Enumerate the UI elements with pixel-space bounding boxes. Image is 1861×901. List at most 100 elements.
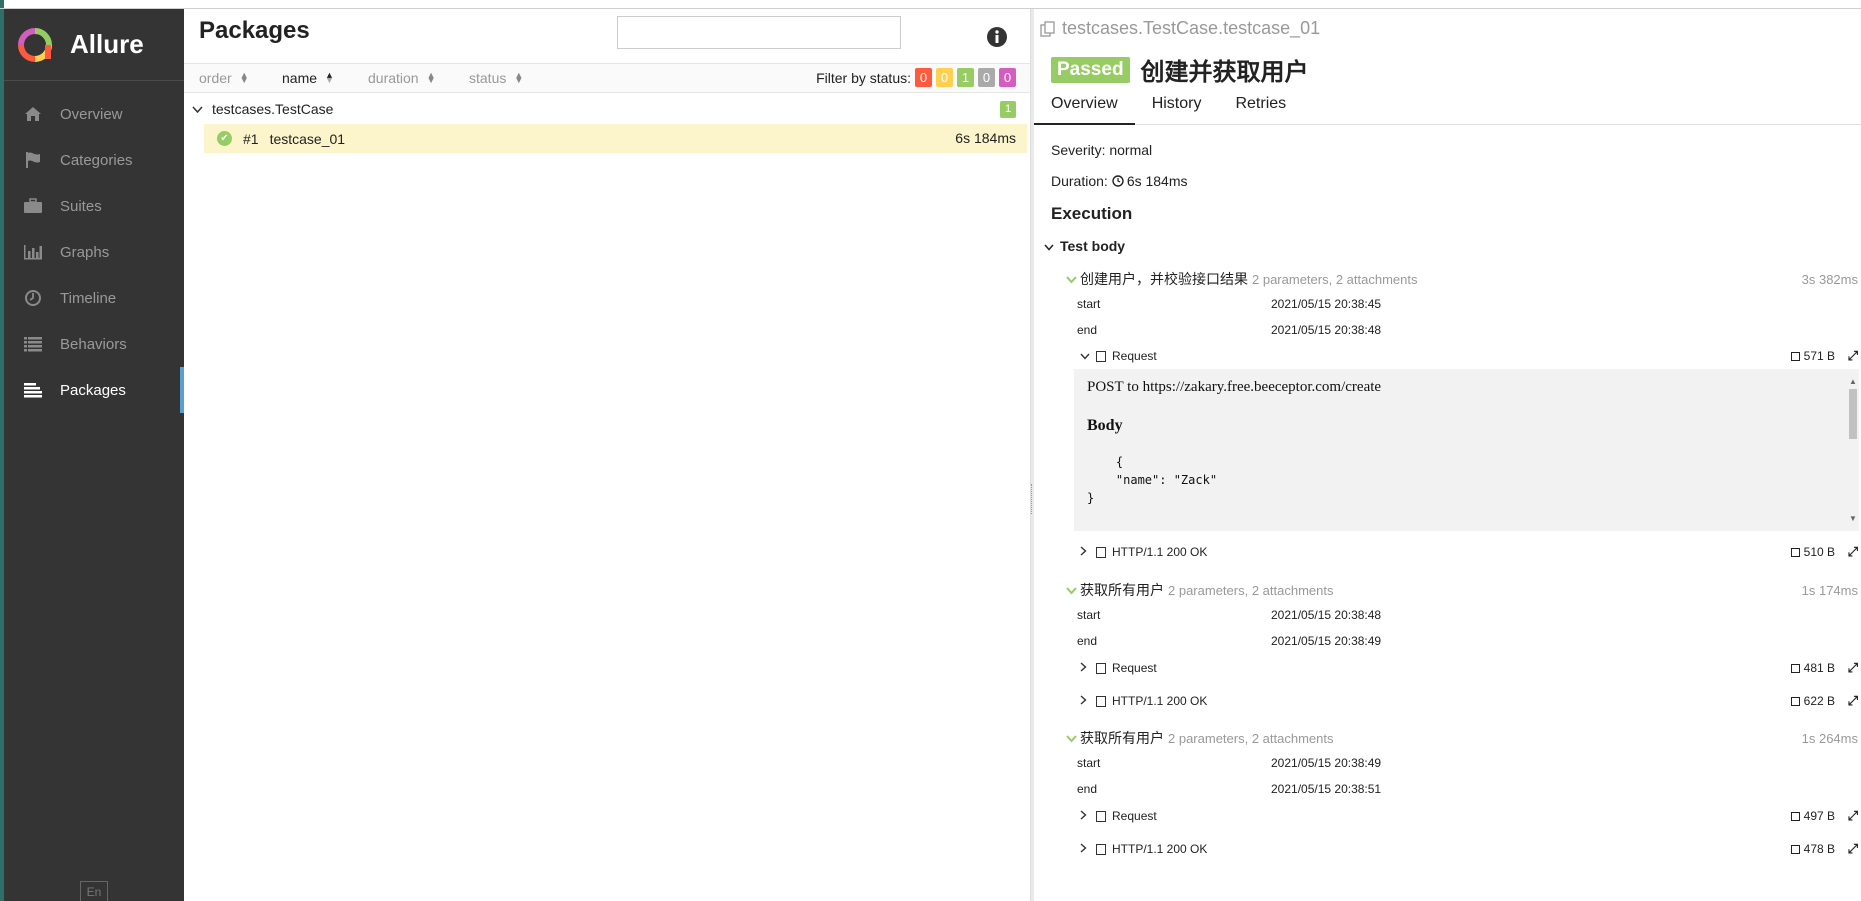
chevron-right-icon <box>1080 661 1092 675</box>
sidebar-item-categories[interactable]: Categories <box>4 137 184 183</box>
duration-label: Duration: <box>1051 173 1108 189</box>
param-key: end <box>1077 323 1098 337</box>
execution-heading: Execution <box>1051 204 1133 223</box>
scroll-up-icon[interactable]: ▲ <box>1849 377 1857 386</box>
param-key: start <box>1077 756 1101 770</box>
step-info: 2 parameters, 2 attachments <box>1252 271 1418 287</box>
attachment-size: 510 B <box>1790 545 1835 559</box>
status-badge: Passed <box>1051 56 1130 83</box>
resize-grip-icon[interactable] <box>1031 484 1033 514</box>
test-body-toggle[interactable]: Test body <box>1044 238 1125 254</box>
language-button[interactable]: En <box>80 881 108 901</box>
search-input[interactable] <box>617 16 901 49</box>
param-row-end: end 2021/05/15 20:38:51 <box>1066 776 1861 802</box>
scroll-down-icon[interactable]: ▼ <box>1849 514 1857 523</box>
test-title: 创建并获取用户 <box>1140 59 1309 86</box>
info-icon[interactable] <box>986 26 1008 48</box>
request-preview: POST to https://zakary.free.beeceptor.co… <box>1074 369 1859 531</box>
scroll-thumb[interactable] <box>1849 389 1857 439</box>
sort-name-button[interactable]: name ▲ ▼ <box>282 70 334 86</box>
test-case-row[interactable]: ✔ #1 testcase_01 6s 184ms <box>204 124 1027 153</box>
brand[interactable]: Allure <box>4 9 184 81</box>
step-duration: 3s 382ms <box>1801 271 1858 287</box>
expand-icon[interactable]: ⤢ <box>1848 693 1858 709</box>
attachment-size-text: 497 B <box>1803 809 1835 823</box>
attachment-row[interactable]: HTTP/1.1 200 OK 622 B ⤢ <box>1066 688 1861 714</box>
param-key: end <box>1077 634 1098 648</box>
attachment-row[interactable]: HTTP/1.1 200 OK 478 B ⤢ <box>1066 836 1861 862</box>
group-count-badge: 1 <box>1000 101 1016 118</box>
sort-label: order <box>199 70 232 86</box>
test-body-label: Test body <box>1060 238 1126 254</box>
attachment-row[interactable]: Request 497 B ⤢ <box>1066 803 1861 829</box>
param-row-start: start 2021/05/15 20:38:49 <box>1066 750 1861 776</box>
param-value: 2021/05/15 20:38:51 <box>1271 782 1382 796</box>
list-icon <box>22 334 44 354</box>
tab-history[interactable]: History <box>1135 93 1219 125</box>
chevron-right-icon <box>1080 545 1092 559</box>
expand-icon[interactable]: ⤢ <box>1848 808 1858 824</box>
tab-overview[interactable]: Overview <box>1034 93 1135 125</box>
stopwatch-icon <box>1112 175 1124 187</box>
filter-unknown-badge[interactable]: 0 <box>999 68 1016 87</box>
copy-icon[interactable] <box>1040 20 1056 37</box>
expand-icon[interactable]: ⤢ <box>1848 348 1858 364</box>
attachment-row[interactable]: Request 481 B ⤢ <box>1066 655 1861 681</box>
chevron-down-icon <box>1080 349 1092 363</box>
tree-group-node[interactable]: testcases.TestCase 1 <box>184 93 1030 124</box>
step-title-row[interactable]: 获取所有用户 2 parameters, 2 attachments 1s 17… <box>1066 578 1861 602</box>
test-name: testcase_01 <box>269 130 346 147</box>
breadcrumb-text: testcases.TestCase.testcase_01 <box>1062 18 1321 38</box>
duration-value: 6s 184ms <box>1126 173 1188 189</box>
attachment-size: 497 B <box>1790 809 1835 823</box>
sidebar-item-behaviors[interactable]: Behaviors <box>4 321 184 367</box>
file-icon <box>1096 810 1106 822</box>
sidebar-item-graphs[interactable]: Graphs <box>4 229 184 275</box>
expand-icon[interactable]: ⤢ <box>1848 544 1858 560</box>
filter-passed-badge[interactable]: 1 <box>957 68 974 87</box>
sort-status-button[interactable]: status ▲ ▼ <box>469 70 523 86</box>
tab-retries[interactable]: Retries <box>1218 93 1303 125</box>
step-create-user: 创建用户，并校验接口结果 2 parameters, 2 attachments… <box>1066 267 1861 565</box>
attachment-size: 571 B <box>1790 349 1835 363</box>
expand-icon[interactable]: ⤢ <box>1848 841 1858 857</box>
status-filter: Filter by status: 0 0 1 0 0 <box>816 68 1016 87</box>
attachment-name: Request <box>1112 661 1157 675</box>
param-row-start: start 2021/05/15 20:38:45 <box>1066 291 1861 317</box>
step-title: 创建用户，并校验接口结果 <box>1080 271 1248 287</box>
breadcrumb: testcases.TestCase.testcase_01 <box>1040 18 1320 39</box>
sort-duration-button[interactable]: duration ▲ ▼ <box>368 70 436 86</box>
severity-text: Severity: normal <box>1051 142 1153 158</box>
attachment-row[interactable]: HTTP/1.1 200 OK 510 B ⤢ <box>1066 539 1861 565</box>
sidebar-item-packages[interactable]: Packages <box>4 367 184 413</box>
sidebar-item-overview[interactable]: Overview <box>4 91 184 137</box>
filter-broken-badge[interactable]: 0 <box>936 68 953 87</box>
chevron-right-icon <box>1080 842 1092 856</box>
flag-icon <box>22 150 44 170</box>
sidebar-item-suites[interactable]: Suites <box>4 183 184 229</box>
step-title-row[interactable]: 创建用户，并校验接口结果 2 parameters, 2 attachments… <box>1066 267 1861 291</box>
group-name: testcases.TestCase <box>212 100 334 117</box>
step-title: 获取所有用户 <box>1080 730 1164 746</box>
save-icon <box>1790 811 1800 821</box>
sort-label: status <box>469 70 507 86</box>
sidebar-nav: Overview Categories Suites Graphs Timeli… <box>4 91 184 413</box>
body-heading: Body <box>1087 417 1123 434</box>
sidebar: Allure Overview Categories Suites Graphs… <box>4 9 184 901</box>
filter-failed-badge[interactable]: 0 <box>915 68 932 87</box>
sort-order-button[interactable]: order ▲ ▼ <box>199 70 249 86</box>
expand-icon[interactable]: ⤢ <box>1848 660 1858 676</box>
sidebar-item-label: Categories <box>60 151 133 169</box>
sidebar-item-timeline[interactable]: Timeline <box>4 275 184 321</box>
step-duration: 1s 174ms <box>1801 582 1858 598</box>
allure-report-app: Allure Overview Categories Suites Graphs… <box>0 0 1861 901</box>
chevron-right-icon <box>1080 694 1092 708</box>
save-icon <box>1790 844 1800 854</box>
test-duration: 6s 184ms <box>955 130 1016 146</box>
attachment-row[interactable]: Request 571 B ⤢ <box>1066 343 1861 369</box>
preview-scrollbar[interactable]: ▲ ▼ <box>1847 377 1859 523</box>
filter-skipped-badge[interactable]: 0 <box>978 68 995 87</box>
step-title-row[interactable]: 获取所有用户 2 parameters, 2 attachments 1s 26… <box>1066 726 1861 750</box>
sort-bar: order ▲ ▼ name ▲ ▼ duration ▲ ▼ status ▲ ▼ F… <box>184 63 1030 93</box>
brand-title: Allure <box>70 29 144 59</box>
